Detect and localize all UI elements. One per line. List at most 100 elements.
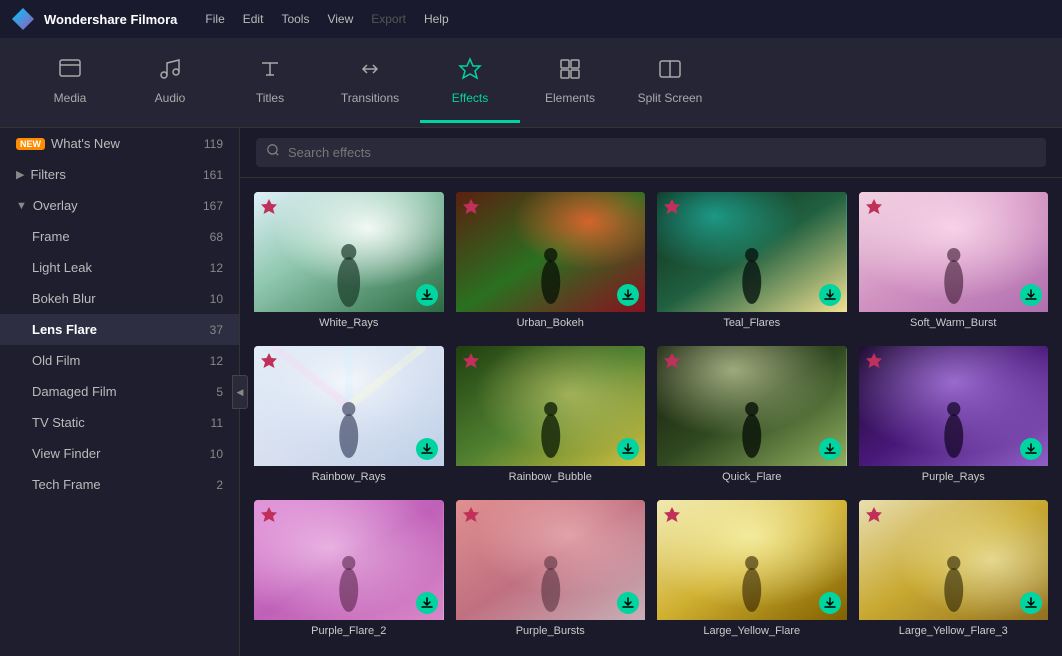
split-screen-icon — [658, 57, 682, 85]
menu-edit[interactable]: Edit — [243, 12, 264, 26]
fav-icon-quick-flare — [662, 351, 682, 371]
content-area: White_Rays — [240, 128, 1062, 656]
effects-grid-scroll[interactable]: White_Rays — [240, 178, 1062, 656]
fav-icon-purple-bursts — [461, 505, 481, 525]
sidebar-label-frame: Frame — [32, 229, 210, 244]
tab-titles-label: Titles — [256, 91, 284, 105]
download-urban-bokeh[interactable] — [617, 284, 639, 306]
effect-card-white-rays[interactable]: White_Rays — [254, 192, 444, 334]
effect-label-quick-flare: Quick_Flare — [657, 466, 847, 488]
sidebar-label-old-film: Old Film — [32, 353, 210, 368]
sidebar-item-frame[interactable]: Frame 68 — [0, 221, 239, 252]
download-rainbow-bubble[interactable] — [617, 438, 639, 460]
sidebar-item-light-leak[interactable]: Light Leak 12 — [0, 252, 239, 283]
sidebar-item-old-film[interactable]: Old Film 12 — [0, 345, 239, 376]
sidebar-label-tv-static: TV Static — [32, 415, 211, 430]
tab-effects[interactable]: Effects — [420, 43, 520, 123]
sidebar-collapse-button[interactable]: ◀ — [232, 375, 248, 409]
effect-card-purple-bursts[interactable]: Purple_Bursts — [456, 500, 646, 642]
effect-label-purple-bursts: Purple_Bursts — [456, 620, 646, 642]
download-rainbow-rays[interactable] — [416, 438, 438, 460]
sidebar-label-damaged-film: Damaged Film — [32, 384, 216, 399]
tab-split-screen-label: Split Screen — [638, 91, 703, 105]
effect-card-rainbow-bubble[interactable]: Rainbow_Bubble — [456, 346, 646, 488]
download-purple-flare-2[interactable] — [416, 592, 438, 614]
tab-media[interactable]: Media — [20, 43, 120, 123]
tab-media-label: Media — [54, 91, 87, 105]
effect-thumb-quick-flare — [657, 346, 847, 466]
sidebar-label-lens-flare: Lens Flare — [32, 322, 210, 337]
effect-thumb-large-yellow-flare-3 — [859, 500, 1049, 620]
tab-elements[interactable]: Elements — [520, 43, 620, 123]
effect-card-large-yellow-flare-3[interactable]: Large_Yellow_Flare_3 — [859, 500, 1049, 642]
effect-card-purple-flare-2[interactable]: Purple_Flare_2 — [254, 500, 444, 642]
effect-thumb-urban-bokeh — [456, 192, 646, 312]
download-white-rays[interactable] — [416, 284, 438, 306]
download-large-yellow-flare[interactable] — [819, 592, 841, 614]
search-input-wrap[interactable] — [256, 138, 1046, 167]
sidebar-item-overlay[interactable]: ▼ Overlay 167 — [0, 190, 239, 221]
menu-bar: File Edit Tools View Export Help — [205, 12, 448, 26]
effect-thumb-soft-warm — [859, 192, 1049, 312]
elements-icon — [558, 57, 582, 85]
effect-card-large-yellow-flare[interactable]: Large_Yellow_Flare — [657, 500, 847, 642]
fav-icon-urban-bokeh — [461, 197, 481, 217]
effect-label-rainbow-rays: Rainbow_Rays — [254, 466, 444, 488]
sidebar-item-lens-flare[interactable]: Lens Flare 37 — [0, 314, 239, 345]
effect-card-soft-warm-burst[interactable]: Soft_Warm_Burst — [859, 192, 1049, 334]
fav-icon-purple-flare-2 — [259, 505, 279, 525]
arrow-overlay-icon: ▼ — [16, 200, 27, 212]
effect-label-soft-warm-burst: Soft_Warm_Burst — [859, 312, 1049, 334]
sidebar-item-whats-new[interactable]: NEW What's New 119 — [0, 128, 239, 159]
sidebar-label-bokeh-blur: Bokeh Blur — [32, 291, 210, 306]
fav-icon-rainbow-bubble — [461, 351, 481, 371]
fav-icon-purple-rays — [864, 351, 884, 371]
fav-icon-teal-flares — [662, 197, 682, 217]
menu-help[interactable]: Help — [424, 12, 449, 26]
sidebar-item-tech-frame[interactable]: Tech Frame 2 — [0, 469, 239, 500]
download-purple-bursts[interactable] — [617, 592, 639, 614]
effect-label-purple-flare-2: Purple_Flare_2 — [254, 620, 444, 642]
sidebar-item-bokeh-blur[interactable]: Bokeh Blur 10 — [0, 283, 239, 314]
tab-effects-label: Effects — [452, 91, 488, 105]
tab-split-screen[interactable]: Split Screen — [620, 43, 720, 123]
effect-thumb-teal-flares — [657, 192, 847, 312]
download-soft-warm-burst[interactable] — [1020, 284, 1042, 306]
tab-titles[interactable]: Titles — [220, 43, 320, 123]
effect-label-urban-bokeh: Urban_Bokeh — [456, 312, 646, 334]
download-purple-rays[interactable] — [1020, 438, 1042, 460]
tab-elements-label: Elements — [545, 91, 595, 105]
effect-card-quick-flare[interactable]: Quick_Flare — [657, 346, 847, 488]
sidebar-label-view-finder: View Finder — [32, 446, 210, 461]
arrow-filters-icon: ▶ — [16, 168, 24, 181]
menu-tools[interactable]: Tools — [281, 12, 309, 26]
tab-transitions[interactable]: Transitions — [320, 43, 420, 123]
menu-file[interactable]: File — [205, 12, 224, 26]
sidebar-label-filters: Filters — [30, 167, 203, 182]
download-quick-flare[interactable] — [819, 438, 841, 460]
sidebar-item-damaged-film[interactable]: Damaged Film 5 — [0, 376, 239, 407]
sidebar-item-filters[interactable]: ▶ Filters 161 — [0, 159, 239, 190]
titles-icon — [258, 57, 282, 85]
fav-icon-rainbow-rays — [259, 351, 279, 371]
new-badge: NEW — [16, 138, 45, 150]
fav-icon-soft-warm-burst — [864, 197, 884, 217]
effect-thumb-large-yellow-flare — [657, 500, 847, 620]
tab-audio[interactable]: Audio — [120, 43, 220, 123]
sidebar-item-tv-static[interactable]: TV Static 11 — [0, 407, 239, 438]
download-large-yellow-flare-3[interactable] — [1020, 592, 1042, 614]
fav-icon-large-yellow-flare — [662, 505, 682, 525]
search-input[interactable] — [288, 145, 1036, 160]
menu-view[interactable]: View — [327, 12, 353, 26]
effect-card-rainbow-rays[interactable]: Rainbow_Rays — [254, 346, 444, 488]
effect-card-urban-bokeh[interactable]: Urban_Bokeh — [456, 192, 646, 334]
app-logo — [12, 8, 34, 30]
sidebar-label-whats-new: What's New — [51, 136, 204, 151]
download-teal-flares[interactable] — [819, 284, 841, 306]
sidebar-item-view-finder[interactable]: View Finder 10 — [0, 438, 239, 469]
effect-card-teal-flares[interactable]: Teal_Flares — [657, 192, 847, 334]
effect-label-white-rays: White_Rays — [254, 312, 444, 334]
sidebar-count-whats-new: 119 — [204, 137, 223, 151]
effect-card-purple-rays[interactable]: Purple_Rays — [859, 346, 1049, 488]
sidebar-label-light-leak: Light Leak — [32, 260, 210, 275]
